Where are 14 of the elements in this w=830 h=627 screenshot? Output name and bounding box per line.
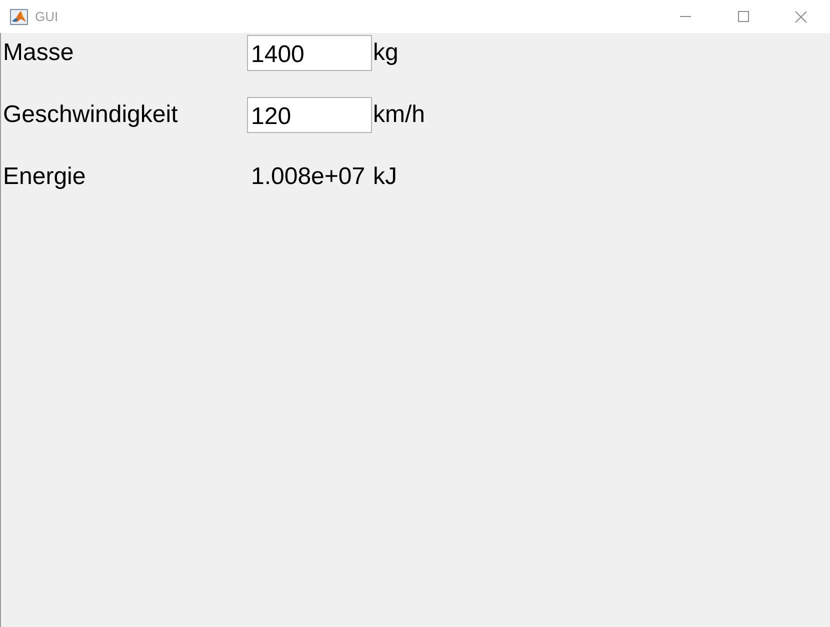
- unit-label: kJ: [373, 165, 397, 189]
- unit-label: kg: [373, 41, 398, 65]
- window-title: GUI: [35, 10, 58, 23]
- minimize-icon: [680, 16, 690, 17]
- result-value: 1.008e+07: [250, 165, 366, 189]
- field-label: Energie: [2, 165, 87, 189]
- field-label: Masse: [2, 41, 75, 65]
- app-logo-icon: [10, 8, 28, 24]
- maximize-icon: [738, 11, 748, 22]
- number-input[interactable]: 120: [247, 97, 372, 133]
- close-icon: [795, 10, 807, 22]
- number-input[interactable]: 1400: [247, 35, 372, 71]
- field-label: Geschwindigkeit: [2, 103, 179, 127]
- unit-label: km/h: [373, 103, 426, 127]
